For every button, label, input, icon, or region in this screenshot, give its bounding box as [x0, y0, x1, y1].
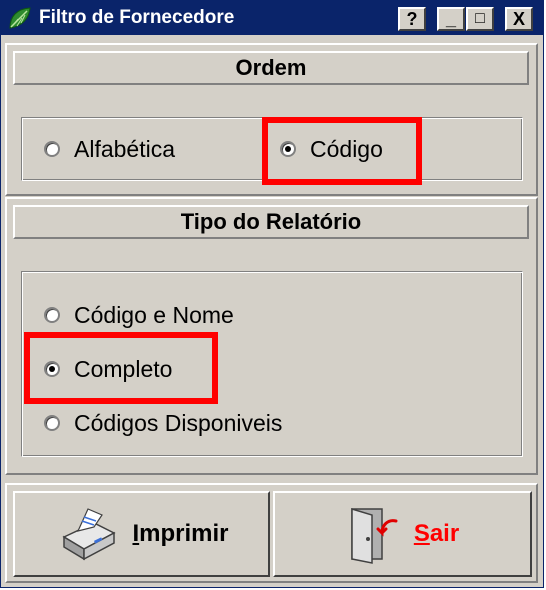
printer-icon: [62, 508, 117, 561]
radio-alfabetica-label: Alfabética: [74, 135, 176, 162]
close-button[interactable]: X: [505, 7, 533, 31]
radio-codigo-e-nome-label: Código e Nome: [74, 301, 234, 328]
help-button[interactable]: ?: [398, 7, 426, 31]
button-panel: Imprimir Sair: [5, 483, 538, 583]
radio-codigos-disponiveis-label: Códigos Disponiveis: [74, 409, 283, 436]
radio-alfabetica[interactable]: Alfabética: [44, 134, 175, 164]
radio-completo-label: Completo: [74, 355, 173, 382]
radio-codigo-circle[interactable]: [280, 141, 296, 157]
radio-alfabetica-circle[interactable]: [44, 141, 60, 157]
radio-codigo-e-nome-circle[interactable]: [44, 307, 60, 323]
radio-codigos-disponiveis[interactable]: Códigos Disponiveis: [44, 408, 282, 438]
radio-codigo[interactable]: Código: [280, 134, 383, 164]
radio-codigo-label: Código: [310, 135, 383, 162]
minimize-button[interactable]: _: [437, 7, 465, 31]
ordem-groupbox: Alfabética Código: [21, 117, 523, 181]
radio-codigo-e-nome[interactable]: Código e Nome: [44, 300, 234, 330]
imprimir-label-rest: mprimir: [139, 520, 229, 547]
radio-completo-circle[interactable]: [44, 361, 60, 377]
sair-label: Sair: [414, 520, 459, 548]
imprimir-button[interactable]: Imprimir: [13, 491, 270, 577]
ordem-panel: Ordem Alfabética Código: [5, 43, 538, 196]
ordem-header: Ordem: [13, 51, 529, 85]
sair-mnemonic: S: [413, 520, 430, 547]
radio-completo[interactable]: Completo: [44, 354, 172, 384]
dialog-window: Filtro de Fornecedore ? _ □ X Ordem Alfa…: [0, 0, 544, 588]
imprimir-label: Imprimir: [132, 520, 228, 548]
exit-door-icon: [351, 507, 398, 564]
app-leaf-icon: [7, 6, 33, 30]
window-title: Filtro de Fornecedore: [39, 7, 235, 28]
maximize-button[interactable]: □: [466, 7, 494, 31]
sair-label-rest: air: [429, 520, 460, 547]
tipo-relatorio-panel: Tipo do Relatório Código e Nome Completo…: [5, 197, 538, 475]
title-bar[interactable]: Filtro de Fornecedore ? _ □ X: [1, 1, 543, 35]
radio-codigos-disponiveis-circle[interactable]: [44, 415, 60, 431]
tipo-relatorio-groupbox: Código e Nome Completo Códigos Disponive…: [21, 271, 523, 457]
tipo-relatorio-header: Tipo do Relatório: [13, 205, 529, 239]
sair-button[interactable]: Sair: [273, 491, 532, 577]
